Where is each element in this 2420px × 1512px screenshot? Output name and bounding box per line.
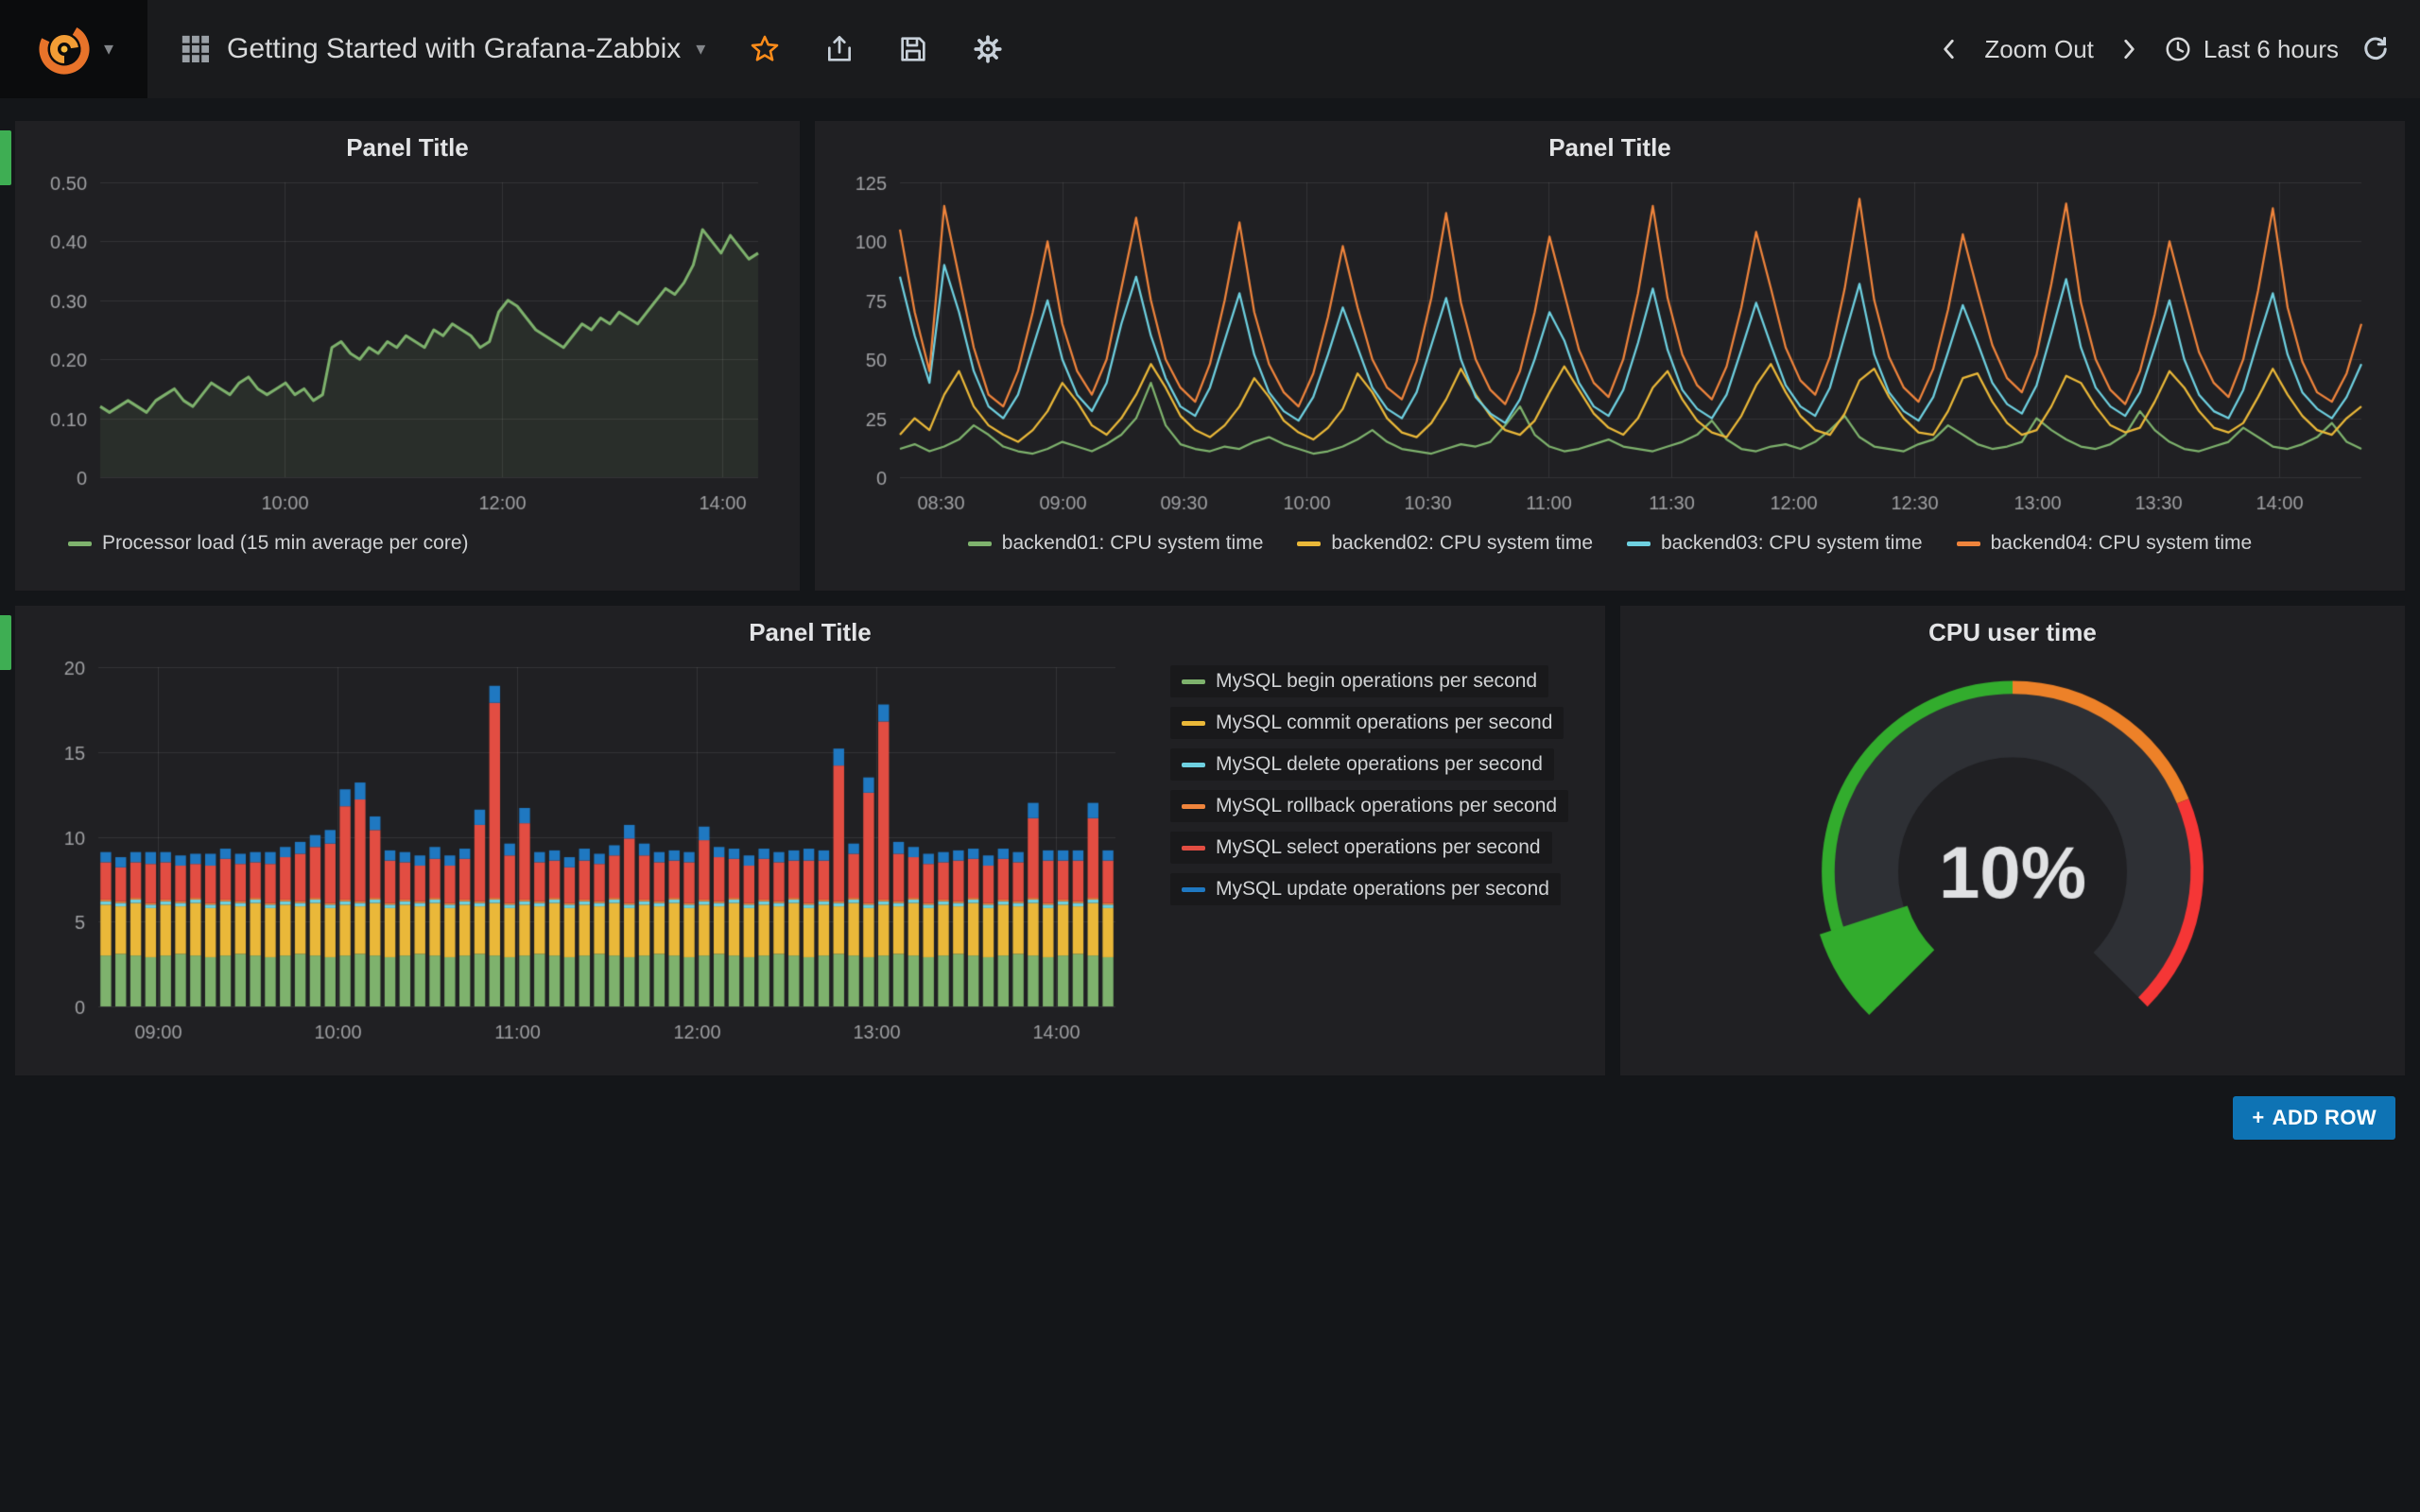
legend-label: backend01: CPU system time — [1002, 532, 1264, 555]
grafana-logo — [34, 19, 95, 79]
add-row-bar: + ADD ROW — [0, 1091, 2420, 1145]
time-shift-forward-button[interactable] — [2117, 37, 2141, 61]
legend-item[interactable]: MySQL select operations per second — [1170, 832, 1552, 864]
dashboard-row-1: Panel Title Processor load (15 min avera… — [0, 121, 2420, 606]
row-edit-tab[interactable] — [0, 615, 11, 670]
legend-item[interactable]: MySQL update operations per second — [1170, 873, 1561, 905]
panel-title[interactable]: Panel Title — [15, 606, 1605, 652]
legend-item[interactable]: MySQL delete operations per second — [1170, 748, 1554, 781]
add-row-label: ADD ROW — [2273, 1106, 2377, 1130]
caret-down-icon: ▾ — [104, 40, 113, 59]
legend-item[interactable]: MySQL rollback operations per second — [1170, 790, 1568, 822]
add-row-button[interactable]: + ADD ROW — [2233, 1096, 2395, 1140]
navbar: ▾ Getting Started with Grafana-Zabbix ▾ — [0, 0, 2420, 98]
time-range-label: Last 6 hours — [2204, 35, 2339, 64]
legend-item[interactable]: backend03: CPU system time — [1627, 532, 1923, 555]
clock-icon — [2164, 35, 2192, 63]
legend-color-dash — [1182, 763, 1205, 767]
legend-label: MySQL select operations per second — [1216, 836, 1541, 859]
save-button[interactable] — [898, 34, 928, 64]
gear-icon — [972, 33, 1004, 65]
cpu-user-time-gauge-canvas[interactable] — [1634, 652, 2391, 1044]
grafana-menu[interactable]: ▾ — [0, 0, 147, 98]
legend-label: backend04: CPU system time — [1991, 532, 2253, 555]
favorite-star-button[interactable] — [749, 33, 781, 65]
legend: MySQL begin operations per second MySQL c… — [1142, 652, 1586, 1054]
legend-color-dash — [1182, 804, 1205, 809]
dashboard: Panel Title Processor load (15 min avera… — [0, 98, 2420, 1145]
dashboard-picker[interactable]: Getting Started with Grafana-Zabbix ▾ — [147, 0, 717, 98]
panel-processor-load: Panel Title Processor load (15 min avera… — [15, 121, 800, 591]
plus-icon: + — [2252, 1106, 2264, 1130]
panel-title[interactable]: Panel Title — [815, 121, 2405, 167]
legend-color-dash — [1182, 846, 1205, 850]
legend: backend01: CPU system time backend02: CPU… — [815, 524, 2405, 555]
star-icon — [749, 33, 781, 65]
refresh-button[interactable] — [2361, 35, 2390, 63]
legend-label: backend03: CPU system time — [1661, 532, 1923, 555]
row-edit-tab[interactable] — [0, 130, 11, 185]
panel-title[interactable]: Panel Title — [15, 121, 800, 167]
legend-label: backend02: CPU system time — [1331, 532, 1593, 555]
chevron-right-icon — [2117, 37, 2141, 61]
legend-label: Processor load (15 min average per core) — [102, 532, 469, 555]
share-button[interactable] — [824, 34, 855, 64]
panel-mysql-operations: Panel Title MySQL begin operations per s… — [15, 606, 1605, 1075]
legend-item[interactable]: MySQL commit operations per second — [1170, 707, 1564, 739]
legend-label: MySQL commit operations per second — [1216, 712, 1552, 734]
panel-title[interactable]: CPU user time — [1620, 606, 2405, 652]
processor-load-chart-canvas[interactable] — [28, 167, 785, 524]
dashboard-title: Getting Started with Grafana-Zabbix — [227, 33, 681, 65]
time-range-picker[interactable]: Last 6 hours — [2164, 35, 2339, 64]
mysql-operations-chart-canvas[interactable] — [26, 652, 1142, 1054]
panel-cpu-system-time: Panel Title backend01: CPU system timeba… — [815, 121, 2405, 591]
legend-color-dash — [1182, 887, 1205, 892]
share-icon — [824, 34, 855, 64]
legend-color-dash — [1627, 541, 1651, 546]
panel-cpu-user-time: CPU user time — [1620, 606, 2405, 1075]
dashboard-row-2: Panel Title MySQL begin operations per s… — [0, 606, 2420, 1091]
save-icon — [898, 34, 928, 64]
legend-item[interactable]: Processor load (15 min average per core) — [68, 532, 469, 555]
legend-color-dash — [1182, 679, 1205, 684]
time-shift-back-button[interactable] — [1937, 37, 1962, 61]
legend-item[interactable]: backend02: CPU system time — [1297, 532, 1593, 555]
legend: Processor load (15 min average per core) — [15, 524, 800, 555]
dashboard-grid-icon — [180, 33, 212, 65]
legend-color-dash — [68, 541, 92, 546]
legend-item[interactable]: backend01: CPU system time — [968, 532, 1264, 555]
legend-color-dash — [1297, 541, 1321, 546]
dashboard-actions — [749, 33, 1004, 65]
refresh-icon — [2361, 35, 2390, 63]
caret-down-icon: ▾ — [696, 40, 705, 59]
legend-color-dash — [1957, 541, 1980, 546]
zoom-out-button[interactable]: Zoom Out — [1984, 35, 2094, 64]
legend-color-dash — [968, 541, 992, 546]
settings-button[interactable] — [972, 33, 1004, 65]
legend-label: MySQL delete operations per second — [1216, 753, 1543, 776]
legend-label: MySQL begin operations per second — [1216, 670, 1537, 693]
legend-color-dash — [1182, 721, 1205, 726]
legend-label: MySQL rollback operations per second — [1216, 795, 1557, 817]
time-controls: Zoom Out Last 6 hours — [1937, 35, 2420, 64]
cpu-system-time-chart-canvas[interactable] — [828, 167, 2388, 524]
legend-label: MySQL update operations per second — [1216, 878, 1549, 901]
legend-item[interactable]: MySQL begin operations per second — [1170, 665, 1548, 697]
chevron-left-icon — [1937, 37, 1962, 61]
legend-item[interactable]: backend04: CPU system time — [1957, 532, 2253, 555]
